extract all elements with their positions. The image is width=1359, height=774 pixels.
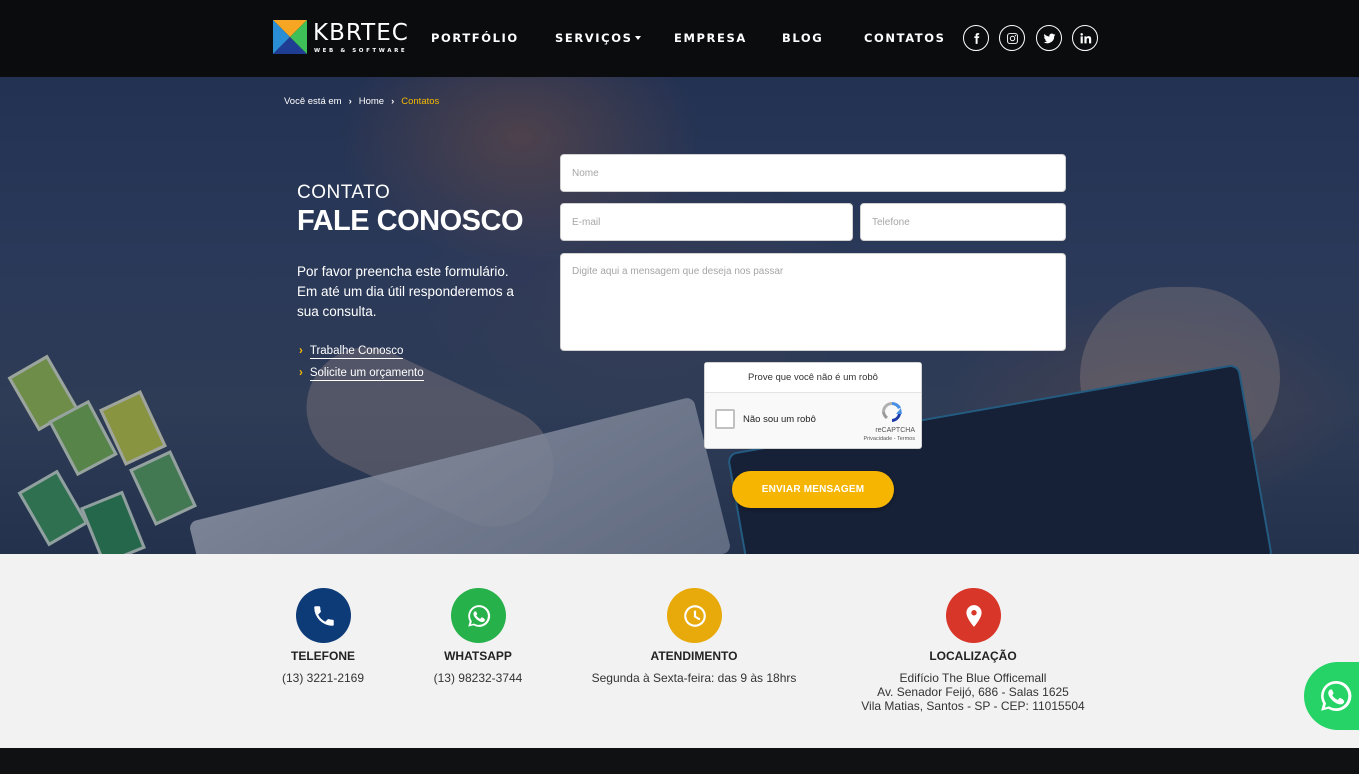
phone-icon [296, 588, 351, 643]
breadcrumb-separator-icon: › [348, 96, 352, 107]
brand-name: KBRTEC [313, 20, 409, 46]
location-pin-icon [946, 588, 1001, 643]
hours-title: ATENDIMENTO [650, 649, 738, 663]
link-label: Trabalhe Conosco [309, 345, 404, 359]
breadcrumb-prefix: Você está em [284, 96, 342, 107]
contact-description: Por favor preencha este formulário. Em a… [297, 264, 514, 319]
site-footer [0, 748, 1359, 774]
nav-portfolio[interactable]: PORTFÓLIO [431, 31, 519, 47]
phone-title: TELEFONE [290, 649, 355, 663]
contact-info-strip: TELEFONE (13) 3221-2169 WHATSAPP (13) 98… [0, 554, 1359, 748]
send-message-button[interactable]: ENVIAR MENSAGEM [732, 471, 894, 508]
location-line-1: Edifício The Blue Officemall [899, 671, 1047, 685]
recaptcha-logo-icon [882, 401, 902, 422]
phone-number[interactable]: (13) 3221-2169 [253, 671, 393, 686]
captcha-title: Prove que você não é um robô [705, 363, 921, 393]
link-trabalhe-conosco[interactable]: › Trabalhe Conosco [299, 345, 404, 359]
whatsapp-icon [451, 588, 506, 643]
name-field[interactable] [560, 154, 1066, 192]
message-field[interactable] [560, 253, 1066, 351]
breadcrumb-current: Contatos [401, 96, 440, 107]
breadcrumb: Você está em › Home › Contatos [284, 96, 439, 107]
instagram-icon[interactable] [999, 25, 1025, 51]
linkedin-icon[interactable] [1072, 25, 1098, 51]
caret-down-icon [635, 36, 642, 40]
nav-servicos[interactable]: SERVIÇOS [555, 31, 642, 47]
whatsapp-icon [1321, 680, 1352, 711]
twitter-icon[interactable] [1036, 25, 1062, 51]
whatsapp-number[interactable]: (13) 98232-3744 [408, 671, 548, 686]
brand-tagline: WEB & SOFTWARE [314, 48, 408, 54]
nav-servicos-label: SERVIÇOS [555, 31, 633, 45]
captcha-terms-link[interactable]: Privacidade - Termos [835, 436, 915, 442]
page-title: FALE CONOSCO [297, 205, 524, 237]
chevron-right-icon: › [299, 367, 303, 379]
breadcrumb-home[interactable]: Home [359, 96, 384, 107]
chevron-right-icon: › [299, 345, 303, 357]
breadcrumb-separator-icon: › [391, 96, 395, 107]
captcha-brand: reCAPTCHA [875, 427, 915, 434]
link-solicite-orcamento[interactable]: › Solicite um orçamento [299, 367, 424, 381]
nav-empresa[interactable]: EMPRESA [674, 31, 747, 47]
email-field[interactable] [560, 203, 853, 241]
link-label: Solicite um orçamento [309, 367, 424, 381]
recaptcha-widget: Prove que você não é um robô Não sou um … [704, 362, 922, 449]
site-header: KBRTEC WEB & SOFTWARE PORTFÓLIO SERVIÇOS… [0, 0, 1359, 77]
nav-contatos[interactable]: CONTATOS [864, 31, 946, 47]
brand-logo[interactable]: KBRTEC WEB & SOFTWARE [273, 20, 413, 58]
facebook-icon[interactable] [963, 25, 989, 51]
nav-blog[interactable]: BLOG [782, 31, 823, 47]
location-title: LOCALIZAÇÃO [929, 649, 1017, 663]
captcha-checkbox[interactable] [715, 409, 735, 429]
phone-field[interactable] [860, 203, 1066, 241]
captcha-label: Não sou um robô [743, 414, 816, 425]
contact-kicker: CONTATO [297, 182, 391, 203]
clock-icon [667, 588, 722, 643]
whatsapp-title: WHATSAPP [444, 649, 512, 663]
hours-text: Segunda à Sexta-feira: das 9 às 18hrs [591, 671, 797, 685]
logo-mark-icon [273, 20, 307, 54]
location-line-3: Vila Matias, Santos - SP - CEP: 11015504 [861, 699, 1085, 713]
location-line-2: Av. Senador Feijó, 686 - Salas 1625 [877, 685, 1069, 699]
